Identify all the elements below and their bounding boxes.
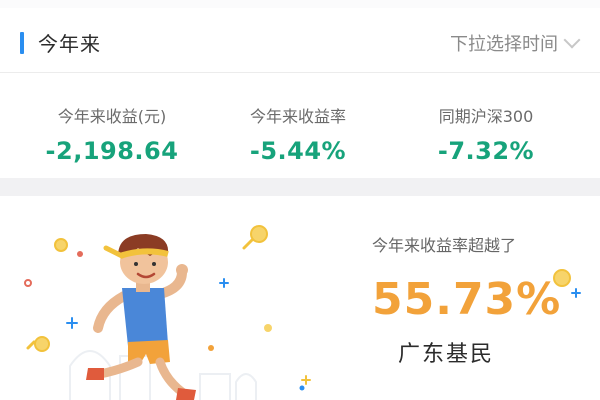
chevron-down-icon — [563, 31, 581, 49]
section-accent-bar — [20, 32, 24, 54]
stat-ytd-return: 今年来收益率 -5.44% — [198, 73, 398, 165]
running-man-icon — [86, 234, 196, 400]
region-label: 广东基民 — [398, 342, 495, 367]
period-header: 今年来 下拉选择时间 — [0, 8, 600, 73]
stat-value: -2,198.64 — [45, 137, 179, 165]
beat-rate-caption: 今年来收益率超越了 — [372, 236, 517, 255]
stat-label: 今年来收益率 — [249, 107, 346, 126]
time-range-dropdown[interactable]: 下拉选择时间 — [450, 30, 581, 56]
stats-panel: 今年来收益(元) -2,198.64 今年来收益率 -5.44% 同期沪深300… — [0, 73, 600, 178]
beat-rate-value: 55.73% — [372, 274, 562, 325]
section-divider — [0, 178, 600, 196]
stat-label: 今年来收益(元) — [57, 107, 167, 126]
stat-label: 同期沪深300 — [438, 107, 534, 126]
stat-benchmark: 同期沪深300 -7.32% — [386, 73, 586, 165]
ranking-card: 今年来收益率超越了 55.73% 广东基民 — [0, 196, 600, 400]
stat-value: -5.44% — [249, 137, 347, 165]
section-title: 今年来 — [38, 32, 101, 56]
stat-value: -7.32% — [437, 137, 535, 165]
top-strip — [0, 0, 600, 8]
time-range-dropdown-label: 下拉选择时间 — [450, 34, 558, 55]
stat-ytd-earnings: 今年来收益(元) -2,198.64 — [12, 73, 212, 165]
